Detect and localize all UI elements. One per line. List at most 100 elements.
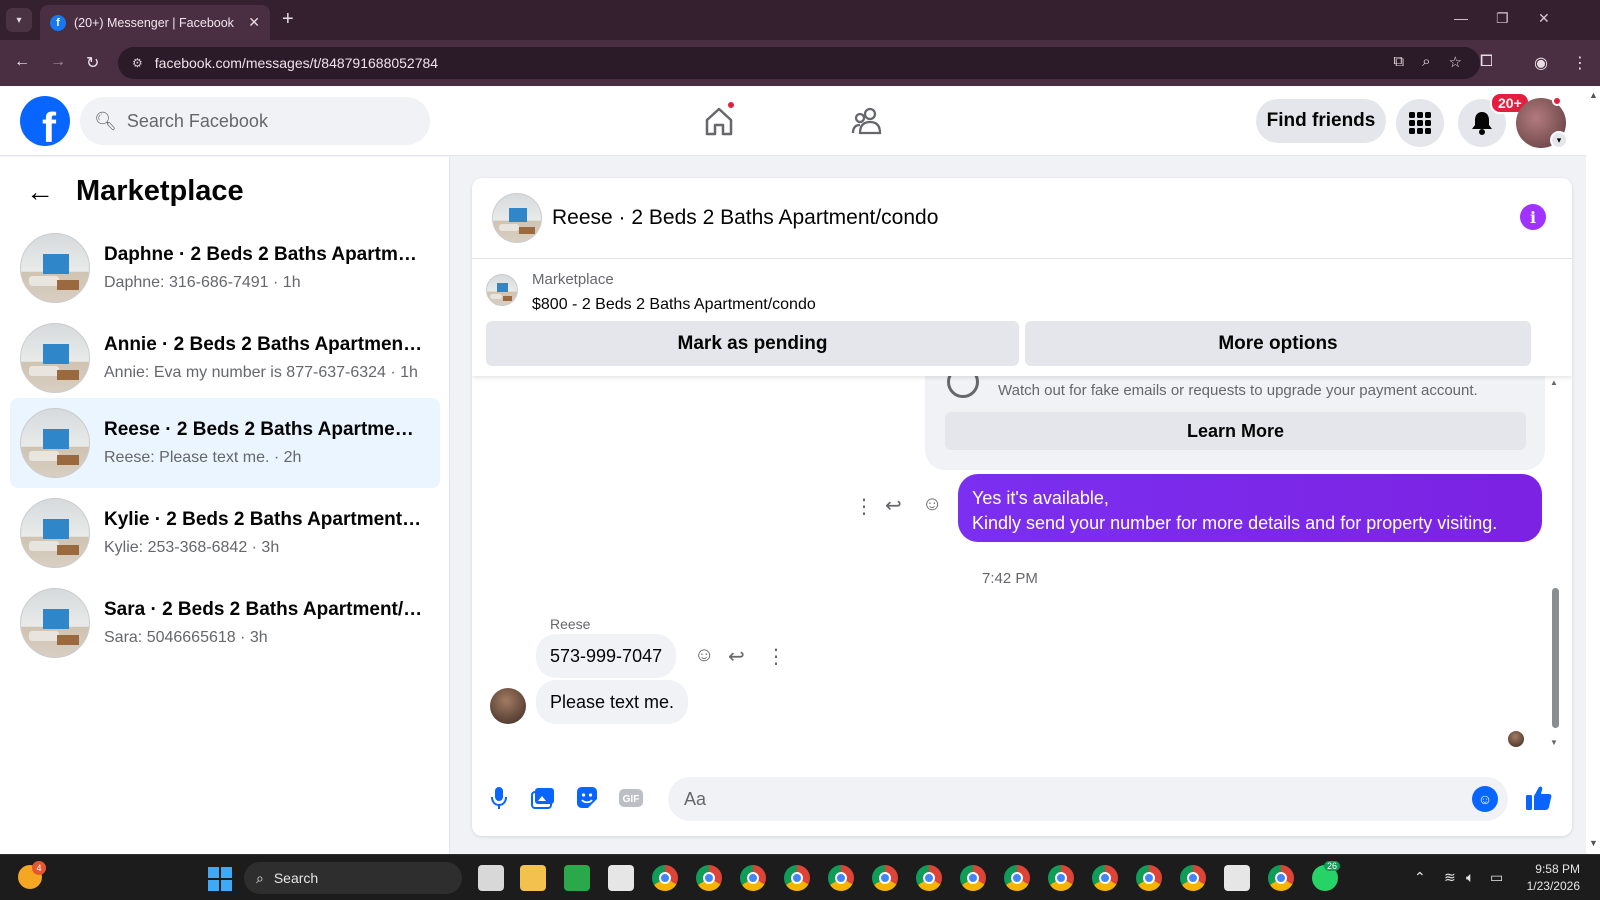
microphone-icon[interactable] [484, 783, 514, 813]
site-info-icon[interactable]: ⚙ [132, 56, 143, 70]
mark-as-pending-button[interactable]: Mark as pending [486, 321, 1019, 366]
menu-grid-icon[interactable] [1396, 99, 1444, 147]
app-icon[interactable] [564, 865, 590, 891]
sender-avatar[interactable] [490, 688, 526, 724]
back-arrow-icon[interactable]: ← [26, 176, 54, 208]
thumbs-up-icon[interactable] [1524, 783, 1554, 813]
conversation-name: Sara · 2 Beds 2 Baths Apartment/c... [104, 599, 424, 620]
reload-icon[interactable]: ↻ [86, 53, 99, 73]
volume-icon[interactable]: 🔈︎ [1466, 869, 1474, 886]
microsoft-store-icon[interactable] [608, 865, 634, 891]
reply-icon[interactable]: ↩ [885, 493, 902, 518]
chat-scroll-thumb[interactable] [1552, 588, 1559, 728]
listing-banner: Marketplace $800 - 2 Beds 2 Baths Apartm… [472, 260, 1572, 376]
new-tab-button[interactable]: + [282, 9, 294, 29]
taskbar-search[interactable]: ⌕ Search [244, 862, 462, 894]
chrome-icon[interactable] [696, 865, 722, 891]
conversation-item[interactable]: Kylie · 2 Beds 2 Baths Apartment/c... Ky… [10, 488, 440, 578]
gif-icon[interactable]: GIF [616, 783, 646, 813]
battery-icon[interactable]: ▭ [1490, 869, 1503, 886]
conversation-preview: Sara: 5046665618 · 3h [104, 629, 268, 646]
chrome-icon[interactable] [960, 865, 986, 891]
chrome-icon[interactable] [828, 865, 854, 891]
conversation-item-active[interactable]: Reese · 2 Beds 2 Baths Apartment/... Ree… [10, 398, 440, 488]
wifi-icon[interactable]: ≋ [1444, 869, 1456, 886]
message-more-icon[interactable]: ⋮ [766, 644, 786, 669]
react-emoji-icon[interactable]: ☺ [694, 644, 714, 667]
chrome-icon[interactable] [652, 865, 678, 891]
find-friends-button[interactable]: Find friends [1256, 99, 1386, 143]
chrome-icon[interactable] [740, 865, 766, 891]
chat-listing-thumbnail[interactable] [492, 193, 542, 243]
chrome-icon[interactable] [1268, 865, 1294, 891]
incoming-message-bubble[interactable]: 573-999-7047 [536, 634, 677, 678]
scroll-up-icon[interactable]: ▲ [1589, 90, 1598, 100]
back-icon[interactable]: ← [14, 53, 30, 71]
chat-scrollbar[interactable]: ▲ ▼ [1550, 378, 1560, 758]
conversation-name: Reese · 2 Beds 2 Baths Apartment/... [104, 419, 424, 440]
task-view-icon[interactable] [478, 865, 504, 891]
zoom-icon[interactable]: ⌕ [1422, 53, 1430, 71]
chrome-icon[interactable] [1136, 865, 1162, 891]
facebook-search-input[interactable]: 🔍︎ Search Facebook [80, 97, 430, 145]
tab-search-dropdown[interactable]: ▾ [6, 8, 32, 32]
close-window-icon[interactable]: ✕ [1538, 10, 1550, 27]
profile-icon[interactable]: ◉ [1534, 53, 1548, 73]
listing-small-thumbnail [486, 274, 518, 306]
chrome-icon[interactable] [916, 865, 942, 891]
minimize-icon[interactable]: — [1454, 10, 1468, 26]
chat-scroll-down-icon[interactable]: ▼ [1550, 738, 1558, 747]
more-options-button[interactable]: More options [1025, 321, 1531, 366]
chrome-icon[interactable] [784, 865, 810, 891]
tray-chevron-up-icon[interactable]: ⌃ [1414, 869, 1426, 886]
chrome-icon[interactable] [872, 865, 898, 891]
chat-scroll-up-icon[interactable]: ▲ [1550, 378, 1558, 387]
browser-menu-icon[interactable]: ⋮ [1572, 53, 1588, 73]
react-emoji-icon[interactable]: ☺ [922, 493, 942, 516]
conversation-item[interactable]: Annie · 2 Beds 2 Baths Apartment/... Ann… [10, 313, 440, 403]
conversation-name: Annie · 2 Beds 2 Baths Apartment/... [104, 334, 424, 355]
scroll-down-icon[interactable]: ▼ [1589, 838, 1598, 848]
learn-more-button[interactable]: Learn More [945, 412, 1526, 450]
clock-date: 1/23/2026 [1526, 879, 1580, 893]
close-tab-icon[interactable]: ✕ [248, 14, 260, 31]
taskbar-clock[interactable]: 9:58 PM 1/23/2026 [1512, 861, 1580, 895]
windows-start-icon[interactable] [208, 867, 232, 891]
outgoing-message-bubble[interactable]: Yes it's available, Kindly send your num… [958, 474, 1542, 542]
browser-tab[interactable]: f (20+) Messenger | Facebook ✕ [40, 5, 270, 40]
page-scrollbar[interactable]: ▲ ▼ [1586, 86, 1600, 854]
chat-title[interactable]: Reese · 2 Beds 2 Baths Apartment/condo [552, 206, 938, 230]
conversation-preview: Daphne: 316-686-7491 · 1h [104, 274, 301, 291]
message-input[interactable]: Aa ☺ [668, 777, 1508, 821]
reply-icon[interactable]: ↩ [728, 644, 745, 669]
account-chevron-down-icon[interactable]: ▾ [1550, 131, 1568, 149]
url-field[interactable]: ⚙ facebook.com/messages/t/84879168805278… [118, 47, 1480, 79]
conversation-name: Daphne · 2 Beds 2 Baths Apartme... [104, 244, 424, 265]
conversation-item[interactable]: Daphne · 2 Beds 2 Baths Apartme... Daphn… [10, 223, 440, 313]
chrome-icon[interactable] [1180, 865, 1206, 891]
emoji-icon[interactable]: ☺ [1472, 786, 1498, 812]
message-more-icon[interactable]: ⋮ [854, 494, 874, 519]
snipping-tool-icon[interactable] [1224, 865, 1250, 891]
chrome-icon[interactable] [1048, 865, 1074, 891]
file-explorer-icon[interactable] [520, 865, 546, 891]
chat-header: Reese · 2 Beds 2 Baths Apartment/condo i [472, 178, 1572, 259]
bookmark-star-icon[interactable]: ☆ [1449, 53, 1462, 71]
forward-icon[interactable]: → [50, 53, 66, 71]
info-icon[interactable]: i [1520, 204, 1546, 230]
sticker-icon[interactable] [572, 783, 602, 813]
conversation-item[interactable]: Sara · 2 Beds 2 Baths Apartment/c... Sar… [10, 578, 440, 668]
facebook-header: f 🔍︎ Search Facebook Find friends 20+ ▾ [0, 86, 1586, 156]
home-icon[interactable] [698, 100, 740, 142]
facebook-logo-icon[interactable]: f [20, 96, 70, 146]
friends-icon[interactable] [846, 100, 888, 142]
chrome-icon[interactable] [1004, 865, 1030, 891]
maximize-icon[interactable]: ❐ [1496, 10, 1509, 27]
weather-badge: 4 [32, 861, 46, 875]
install-app-icon[interactable]: ⧉ [1393, 53, 1404, 71]
attach-photo-icon[interactable] [528, 783, 558, 813]
extensions-icon[interactable]: ⧠ [1480, 53, 1493, 71]
listing-price[interactable]: $800 - 2 Beds 2 Baths Apartment/condo [532, 296, 816, 314]
incoming-message-bubble[interactable]: Please text me. [536, 680, 689, 724]
chrome-icon[interactable] [1092, 865, 1118, 891]
